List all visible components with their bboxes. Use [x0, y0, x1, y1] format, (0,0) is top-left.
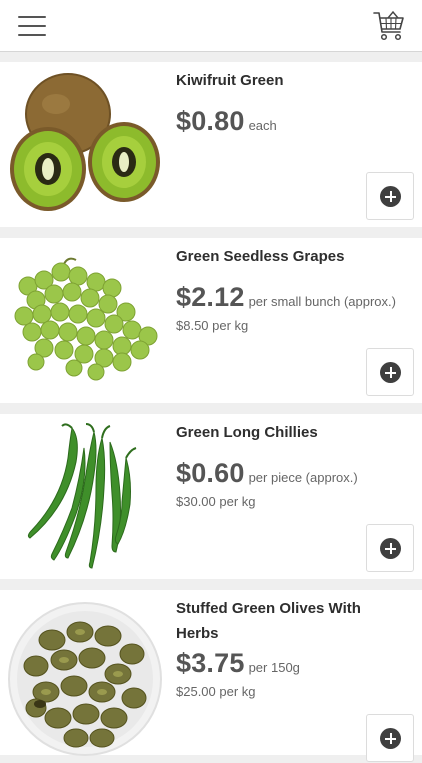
- plus-circle-icon: [380, 186, 401, 207]
- product-price: $2.12: [176, 282, 245, 312]
- price-per-kg: $30.00 per kg: [176, 494, 256, 509]
- add-to-cart-button[interactable]: [366, 524, 414, 572]
- chillies-image: [6, 418, 164, 576]
- kiwifruit-image: [6, 66, 164, 224]
- olives-image: [6, 600, 164, 758]
- product-price: $0.80: [176, 106, 245, 136]
- price-unit: each: [248, 118, 277, 133]
- shopping-basket-icon[interactable]: [372, 10, 406, 42]
- hamburger-menu-icon[interactable]: [18, 16, 46, 36]
- plus-circle-icon: [380, 728, 401, 749]
- price-row: $0.60 per piece (approx.): [176, 458, 358, 489]
- price-unit: per small bunch (approx.): [248, 294, 396, 309]
- product-card-kiwifruit[interactable]: Kiwifruit Green $0.80 each: [0, 62, 422, 227]
- add-to-cart-button[interactable]: [366, 714, 414, 762]
- product-name[interactable]: Kiwifruit Green: [176, 68, 406, 93]
- product-name[interactable]: Green Long Chillies: [176, 420, 406, 445]
- app-header: [0, 0, 422, 52]
- price-row: $2.12 per small bunch (approx.): [176, 282, 396, 313]
- product-name[interactable]: Stuffed Green Olives With Herbs: [176, 596, 406, 646]
- price-row: $3.75 per 150g: [176, 648, 300, 679]
- price-unit: per piece (approx.): [248, 470, 358, 485]
- price-per-kg: $25.00 per kg: [176, 684, 256, 699]
- add-to-cart-button[interactable]: [366, 348, 414, 396]
- product-name[interactable]: Green Seedless Grapes: [176, 244, 406, 269]
- add-to-cart-button[interactable]: [366, 172, 414, 220]
- product-price: $3.75: [176, 648, 245, 678]
- plus-circle-icon: [380, 538, 401, 559]
- product-card-grapes[interactable]: Green Seedless Grapes $2.12 per small bun…: [0, 238, 422, 403]
- grapes-image: [6, 242, 164, 400]
- product-card-olives[interactable]: Stuffed Green Olives With Herbs $3.75 per…: [0, 590, 422, 762]
- price-unit: per 150g: [248, 660, 300, 675]
- price-per-kg: $8.50 per kg: [176, 318, 249, 333]
- product-price: $0.60: [176, 458, 245, 488]
- product-card-chillies[interactable]: Green Long Chillies $0.60 per piece (appr…: [0, 414, 422, 579]
- price-row: $0.80 each: [176, 106, 277, 137]
- plus-circle-icon: [380, 362, 401, 383]
